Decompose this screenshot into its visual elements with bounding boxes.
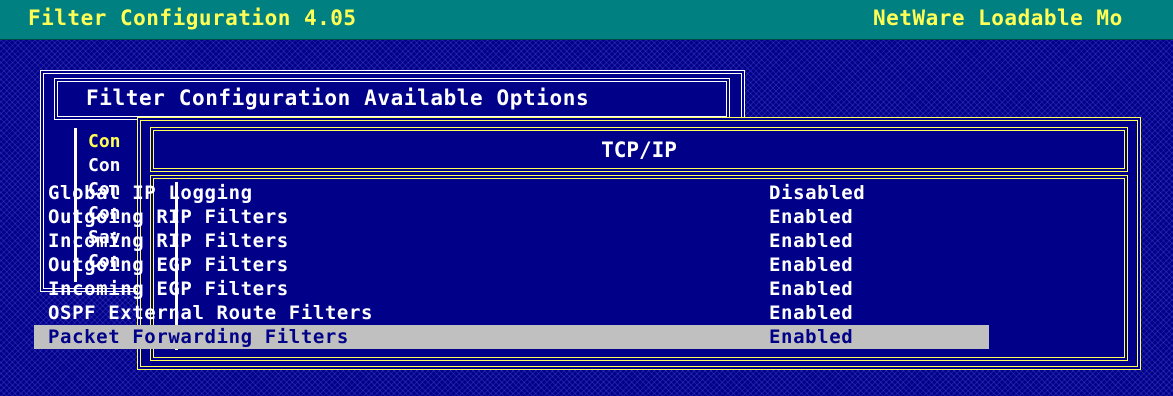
app-title: Filter Configuration 4.05	[28, 6, 357, 30]
setting-value: Enabled	[769, 206, 854, 228]
setting-value: Enabled	[769, 230, 854, 252]
tcpip-title-box: TCP/IP	[150, 127, 1128, 172]
setting-label: Outgoing RIP Filters	[48, 206, 289, 228]
available-options-title: Filter Configuration Available Options	[86, 86, 590, 110]
setting-value: Enabled	[769, 254, 854, 276]
setting-label: Incoming EGP Filters	[48, 278, 289, 300]
setting-label: Global IP Logging	[48, 182, 253, 204]
setting-row-outgoing-rip[interactable]: Outgoing RIP Filters Enabled	[34, 205, 989, 229]
setting-label: Outgoing EGP Filters	[48, 254, 289, 276]
setting-row-packet-forwarding[interactable]: Packet Forwarding Filters Enabled	[34, 325, 989, 349]
setting-label: Incoming RIP Filters	[48, 230, 289, 252]
setting-row-ospf-external-route[interactable]: OSPF External Route Filters Enabled	[34, 301, 989, 325]
option-item[interactable]: Con	[88, 155, 121, 176]
setting-value: Enabled	[769, 302, 854, 324]
setting-value: Enabled	[769, 278, 854, 300]
setting-row-incoming-egp[interactable]: Incoming EGP Filters Enabled	[34, 277, 989, 301]
setting-row-outgoing-egp[interactable]: Outgoing EGP Filters Enabled	[34, 253, 989, 277]
module-type-label: NetWare Loadable Mo	[873, 6, 1123, 30]
setting-value: Enabled	[769, 326, 854, 348]
setting-row-global-ip-logging[interactable]: Global IP Logging Disabled	[34, 181, 989, 205]
option-item[interactable]: Con	[88, 131, 121, 152]
setting-label: OSPF External Route Filters	[48, 302, 374, 324]
setting-label: Packet Forwarding Filters	[48, 326, 349, 348]
setting-value: Disabled	[769, 182, 866, 204]
title-bar: Filter Configuration 4.05 NetWare Loadab…	[0, 0, 1173, 40]
tcpip-title: TCP/IP	[601, 138, 677, 162]
setting-row-incoming-rip[interactable]: Incoming RIP Filters Enabled	[34, 229, 989, 253]
